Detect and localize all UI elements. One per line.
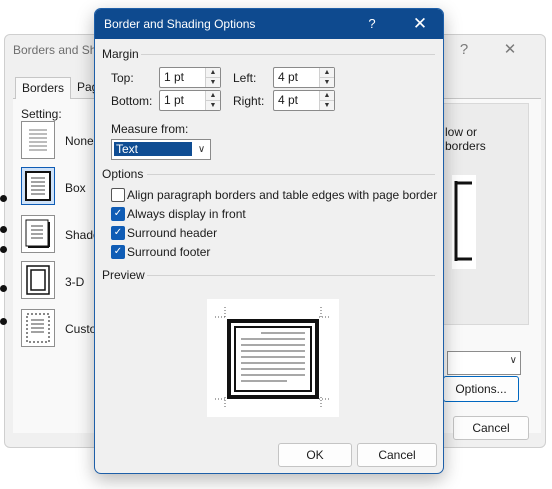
help-button[interactable]: ? [359,12,385,36]
spin-down-icon[interactable]: ▼ [206,78,220,87]
measure-from-select[interactable]: Text ∨ [111,139,211,160]
measure-from-label: Measure from: [111,122,189,136]
checkmark-icon[interactable]: ✓ [111,207,125,221]
options-divider [147,174,435,175]
spin-up-icon[interactable]: ▲ [320,68,334,78]
spin-up-icon[interactable]: ▲ [320,91,334,101]
background-preview-text-1: low or [445,125,478,139]
document-bullet [0,285,7,292]
top-margin-stepper[interactable]: 1 pt ▲ ▼ [159,67,221,88]
top-margin-label: Top: [111,71,134,85]
titlebar: Border and Shading Options ? ✕ [95,9,443,39]
left-margin-stepper[interactable]: 4 pt ▲ ▼ [273,67,335,88]
document-bullet [0,246,7,253]
checkmark-icon[interactable]: ✓ [111,245,125,259]
setting-box-label: Box [65,181,86,195]
apply-to-select[interactable]: ∨ [447,351,521,375]
top-margin-spin-buttons: ▲ ▼ [205,68,220,87]
setting-3d-icon[interactable] [21,261,55,299]
bottom-margin-value: 1 pt [164,93,185,107]
spin-down-icon[interactable]: ▼ [320,78,334,87]
chevron-down-icon[interactable]: ∨ [193,140,210,159]
bottom-margin-spin-buttons: ▲ ▼ [205,91,220,110]
align-borders-label: Align paragraph borders and table edges … [127,188,438,202]
right-margin-stepper[interactable]: 4 pt ▲ ▼ [273,90,335,111]
background-preview-text-2: borders [445,139,486,153]
setting-shadow-icon[interactable] [21,215,55,253]
surround-header-label: Surround header [127,226,218,240]
right-margin-label: Right: [233,94,265,108]
left-margin-spin-buttons: ▲ ▼ [319,68,334,87]
setting-label: Setting: [21,107,62,121]
checkmark-icon[interactable]: ✓ [111,226,125,240]
background-dialog-title: Borders and Sha [13,43,104,57]
left-margin-value: 4 pt [278,70,299,84]
background-cancel-button[interactable]: Cancel [453,416,529,440]
preview-divider [147,275,435,276]
background-help-button[interactable]: ? [451,38,477,62]
surround-footer-label: Surround footer [127,245,211,259]
spin-up-icon[interactable]: ▲ [206,68,220,78]
always-display-in-front-label: Always display in front [127,207,246,221]
close-button[interactable]: ✕ [407,12,433,36]
border-and-shading-options-dialog: Border and Shading Options ? ✕ Margin To… [94,8,444,474]
right-margin-value: 4 pt [278,93,299,107]
ok-button[interactable]: OK [278,443,352,467]
preview-group-label: Preview [102,268,145,282]
background-preview-page [452,175,476,269]
preview-image [207,299,339,417]
options-group-label: Options [102,167,144,181]
spin-up-icon[interactable]: ▲ [206,91,220,101]
margin-group-label: Margin [102,47,139,61]
setting-none-icon[interactable] [21,121,55,159]
setting-custom-label: Custo [65,322,97,336]
background-close-button[interactable]: ✕ [497,38,523,62]
measure-from-value: Text [114,142,192,156]
dialog-title: Border and Shading Options [104,17,256,31]
document-bullet [0,195,7,202]
preview-page-icon [215,307,331,409]
options-button[interactable]: Options... [443,376,519,402]
bottom-margin-label: Bottom: [111,94,153,108]
setting-custom-icon[interactable] [21,309,55,347]
chevron-down-icon: ∨ [509,355,517,366]
checkbox-icon[interactable] [111,188,125,202]
cancel-button[interactable]: Cancel [357,443,437,467]
spin-down-icon[interactable]: ▼ [206,101,220,110]
document-bullet [0,318,7,325]
document-bullet [0,226,7,233]
margin-divider [141,54,435,55]
left-margin-label: Left: [233,71,257,85]
tab-borders[interactable]: Borders [15,77,72,99]
spin-down-icon[interactable]: ▼ [320,101,334,110]
setting-none-label: None [65,134,94,148]
setting-box-icon[interactable] [21,167,55,205]
right-margin-spin-buttons: ▲ ▼ [319,91,334,110]
top-margin-value: 1 pt [164,70,185,84]
bottom-margin-stepper[interactable]: 1 pt ▲ ▼ [159,90,221,111]
setting-3d-label: 3-D [65,275,85,289]
